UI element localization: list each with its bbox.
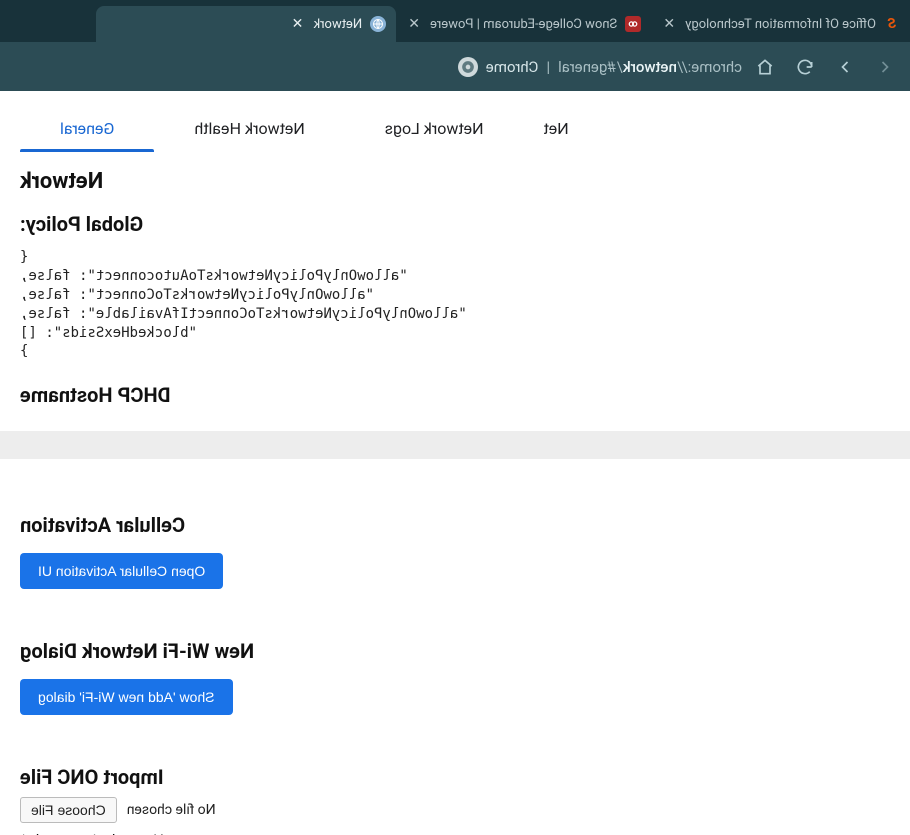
global-policy-json: { "allowOnlyPolicyNetworksToAutoconnect"… <box>20 244 890 365</box>
close-icon[interactable]: ✕ <box>290 16 306 32</box>
home-button[interactable] <box>748 50 782 84</box>
import-result: Networks imported: 1 <box>20 831 890 835</box>
tab-general[interactable]: General <box>20 109 154 152</box>
url-path: /#general <box>558 58 623 76</box>
wifi-heading: New Wi-Fi Network Dialog <box>20 639 890 663</box>
page-tabs: General Network Health Network Logs Net <box>0 91 910 152</box>
network-heading: Network <box>20 169 890 194</box>
browser-tab-office-it[interactable]: S Office Of Information Technology ✕ <box>651 6 910 42</box>
section-wifi: New Wi-Fi Network Dialog Show 'Add new W… <box>0 605 910 731</box>
chrome-icon <box>458 57 478 77</box>
cellular-heading: Cellular Activation <box>20 513 890 537</box>
globe-icon <box>370 16 386 32</box>
snow-favicon-icon: S <box>884 16 900 32</box>
tab-overflow[interactable]: Net <box>524 109 569 152</box>
dhcp-heading: DHCP Hostname <box>20 383 890 407</box>
url-scheme: chrome:// <box>677 58 742 76</box>
forward-button[interactable] <box>828 50 862 84</box>
chrome-label: Chrome <box>486 58 539 76</box>
file-status: No file chosen <box>127 802 216 818</box>
browser-tab-bar: S Office Of Information Technology ✕ Sno… <box>0 0 910 42</box>
url-host: network <box>623 58 677 76</box>
tab-network-health[interactable]: Network Health <box>154 109 344 152</box>
tab-title: Snow College-Eduroam | Powere <box>430 17 617 32</box>
back-button[interactable] <box>868 50 902 84</box>
close-icon[interactable]: ✕ <box>661 16 677 32</box>
section-cellular: Cellular Activation Open Cellular Activa… <box>0 479 910 605</box>
global-policy-heading: Global Policy: <box>20 212 890 236</box>
tab-network-logs[interactable]: Network Logs <box>345 109 524 152</box>
close-icon[interactable]: ✕ <box>406 16 422 32</box>
open-cellular-activation-button[interactable]: Open Cellular Activation UI <box>20 553 223 589</box>
show-add-wifi-button[interactable]: Show 'Add new Wi-Fi' dialog <box>20 679 233 715</box>
tab-title: Office Of Information Technology <box>685 17 876 32</box>
section-network: Network Global Policy: { "allowOnlyPolic… <box>0 153 910 421</box>
eduroam-favicon-icon <box>625 16 641 32</box>
address-bar[interactable]: Chrome | chrome://network/#general <box>8 57 742 77</box>
browser-tab-eduroam[interactable]: Snow College-Eduroam | Powere ✕ <box>396 6 651 42</box>
browser-tab-network[interactable]: Network ✕ <box>96 6 396 42</box>
dhcp-hostname-box <box>0 431 910 459</box>
reload-button[interactable] <box>788 50 822 84</box>
url-divider: | <box>546 58 550 76</box>
section-import-onc: Import ONC File Choose File No file chos… <box>0 731 910 835</box>
page-content: General Network Health Network Logs Net … <box>0 91 910 835</box>
browser-toolbar: Chrome | chrome://network/#general <box>0 42 910 91</box>
tab-title: Network <box>314 17 363 32</box>
import-onc-heading: Import ONC File <box>20 765 890 789</box>
choose-file-button[interactable]: Choose File <box>20 797 117 823</box>
